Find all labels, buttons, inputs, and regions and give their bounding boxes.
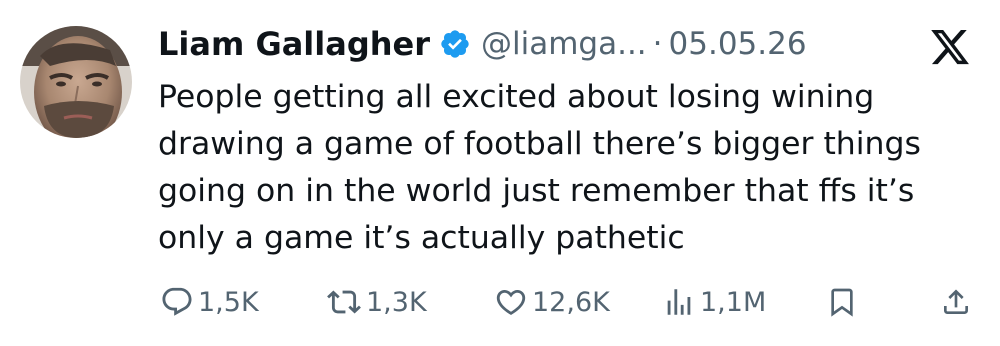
avatar-image: [20, 26, 132, 138]
heart-icon: [494, 285, 528, 319]
views-icon: [662, 285, 696, 319]
separator-dot: ·: [652, 26, 663, 62]
share-icon: [940, 285, 972, 319]
author-handle[interactable]: @liamga...: [481, 26, 647, 62]
bookmark-icon: [826, 285, 858, 319]
tweet-text-line: going on in the world just remember that…: [158, 173, 915, 209]
author-name[interactable]: Liam Gallagher: [158, 25, 430, 63]
like-count: 12,6K: [532, 286, 610, 318]
repost-button[interactable]: 1,3K: [326, 280, 427, 324]
tweet-date[interactable]: 05.05.26: [669, 26, 807, 62]
tweet-text-line: drawing a game of football there’s bigge…: [158, 126, 921, 162]
repost-count: 1,3K: [366, 286, 427, 318]
tweet-text: People getting all excited about losing …: [158, 74, 978, 262]
tweet-text-line: People getting all excited about losing …: [158, 79, 875, 115]
share-button[interactable]: [940, 280, 972, 324]
reply-count: 1,5K: [198, 286, 259, 318]
views-button[interactable]: 1,1M: [662, 280, 766, 324]
verified-badge-icon: [439, 28, 471, 60]
tweet-header: Liam Gallagher @liamga... · 05.05.26: [158, 20, 807, 68]
views-count: 1,1M: [700, 286, 767, 318]
avatar[interactable]: [20, 26, 132, 138]
x-logo-icon[interactable]: [928, 26, 972, 68]
tweet-text-line: only a game it’s actually pathetic: [158, 220, 685, 256]
bookmark-button[interactable]: [826, 280, 858, 324]
like-button[interactable]: 12,6K: [494, 280, 610, 324]
repost-icon: [326, 285, 362, 319]
reply-button[interactable]: 1,5K: [160, 280, 259, 324]
action-bar: 1,5K 1,3K 12,6K 1,1M: [0, 280, 1000, 324]
reply-icon: [160, 285, 194, 319]
